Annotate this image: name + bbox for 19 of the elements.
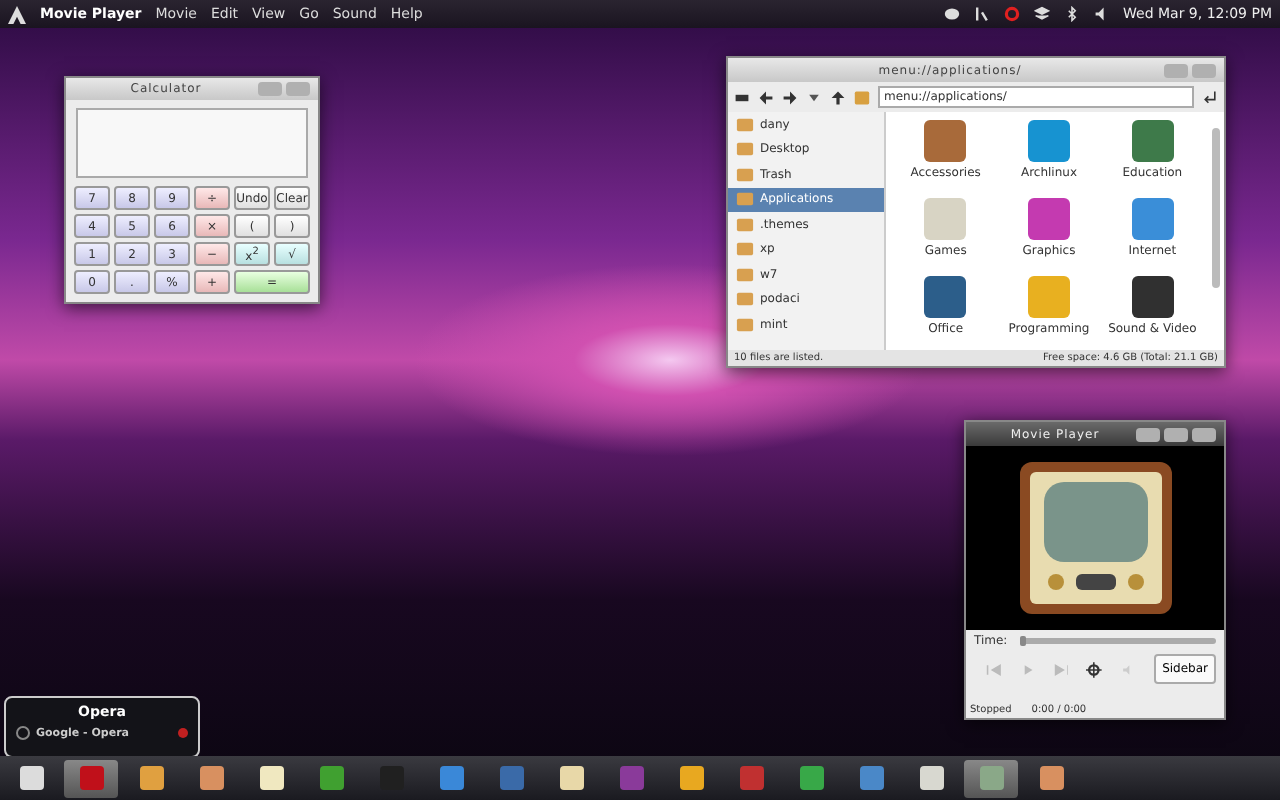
dropdown-icon[interactable]: [806, 89, 822, 105]
bluetooth-icon[interactable]: [1063, 6, 1080, 22]
triangle-logo-icon[interactable]: [8, 5, 26, 23]
chat-icon[interactable]: [943, 6, 960, 22]
toolbar-icon[interactable]: [734, 89, 750, 105]
volume-icon[interactable]: [1093, 6, 1110, 22]
go-icon[interactable]: [1202, 89, 1218, 105]
up-icon[interactable]: [830, 89, 846, 105]
forward-icon[interactable]: [782, 89, 798, 105]
maximize-button[interactable]: [1164, 427, 1188, 441]
crosshair-icon[interactable]: [1086, 661, 1103, 677]
seek-slider[interactable]: [1019, 638, 1216, 644]
ring-icon: [16, 726, 30, 740]
back-icon[interactable]: [758, 89, 774, 105]
close-button[interactable]: [1192, 427, 1216, 441]
minimize-button[interactable]: [1136, 427, 1160, 441]
scrollbar[interactable]: [1212, 128, 1220, 288]
close-icon[interactable]: [178, 728, 188, 738]
o-logo-icon[interactable]: [1003, 6, 1020, 22]
